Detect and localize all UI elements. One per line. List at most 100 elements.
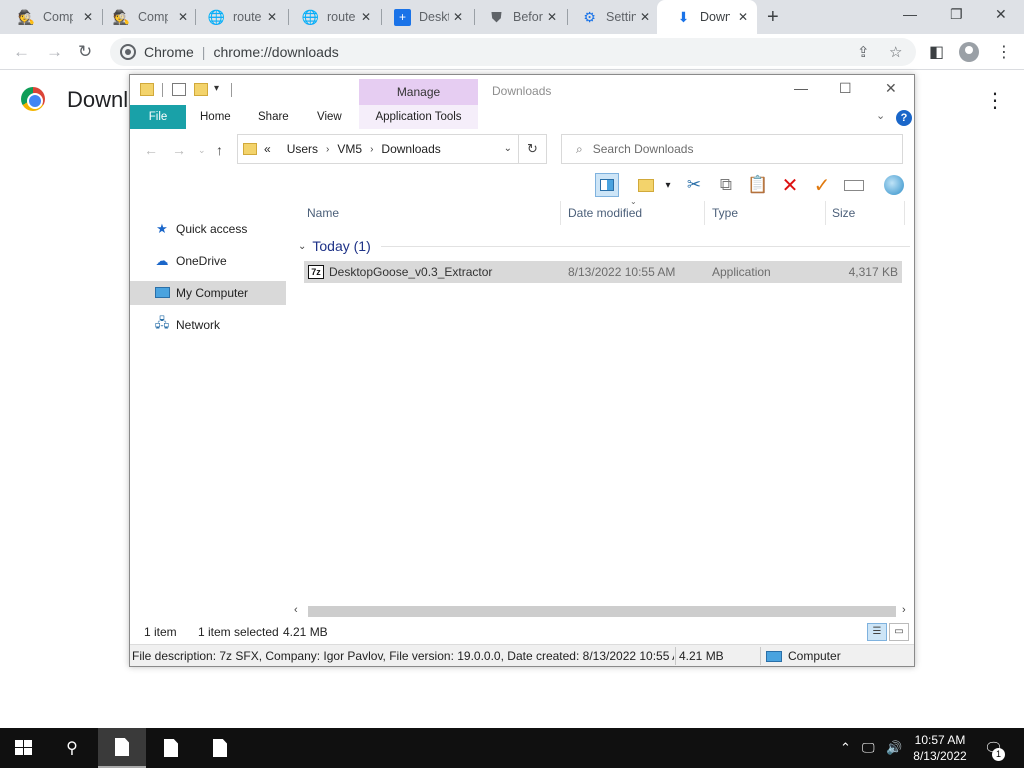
scrollbar-thumb[interactable] xyxy=(308,606,896,617)
address-breadcrumb[interactable]: « Users › VM5 › Downloads ⌄ ↻ xyxy=(237,134,547,164)
checkmark-icon[interactable]: ✓ xyxy=(810,173,834,197)
windows-start-icon[interactable] xyxy=(15,740,33,756)
group-header-today[interactable]: ⌄ Today (1) xyxy=(298,235,910,257)
breadcrumb-downloads[interactable]: Downloads xyxy=(381,142,440,156)
paste-icon[interactable]: 📋 xyxy=(746,173,770,197)
close-tab-icon[interactable]: ✕ xyxy=(361,10,371,24)
computer-icon xyxy=(766,650,782,662)
file-row[interactable]: 7z DesktopGoose_v0.3_Extractor 8/13/2022… xyxy=(304,261,902,283)
search-input[interactable]: ⌕ Search Downloads xyxy=(561,134,903,164)
tab-application-tools[interactable]: Application Tools xyxy=(359,105,478,129)
column-header-size[interactable]: Size xyxy=(832,201,855,225)
sidebar-item-network[interactable]: 🖧 Network xyxy=(130,313,286,337)
address-bar[interactable]: Chrome | chrome://downloads xyxy=(110,38,916,66)
search-icon[interactable]: ⚲ xyxy=(48,728,96,768)
browser-tab[interactable]: 🌐 route ✕ xyxy=(190,0,286,34)
column-divider[interactable] xyxy=(704,201,705,225)
back-arrow-icon[interactable]: ← xyxy=(144,142,158,158)
show-hidden-icons-icon[interactable]: ⌃ xyxy=(840,740,851,756)
chrome-menu-icon[interactable]: ⋮ xyxy=(996,42,1012,62)
preview-pane-icon[interactable] xyxy=(595,173,619,197)
side-panel-icon[interactable]: ◧ xyxy=(929,42,944,62)
new-tab-button[interactable]: + xyxy=(767,6,779,29)
column-header-type[interactable]: Type xyxy=(712,201,738,225)
close-tab-icon[interactable]: ✕ xyxy=(453,10,463,24)
browser-tab-active[interactable]: ⬇ Down ✕ xyxy=(657,0,757,34)
properties-icon[interactable] xyxy=(172,83,186,96)
column-divider[interactable] xyxy=(904,201,905,225)
cut-icon[interactable]: ✂ xyxy=(682,173,706,197)
maximize-button[interactable]: ☐ xyxy=(839,80,852,97)
omnibox-chip: Chrome xyxy=(144,44,194,60)
rename-icon[interactable] xyxy=(842,173,866,197)
breadcrumb-chevron-icon[interactable]: › xyxy=(370,144,373,155)
large-icons-view-icon[interactable]: ▭ xyxy=(889,623,909,641)
tab-view[interactable]: View xyxy=(303,105,356,129)
forward-arrow-icon[interactable]: → xyxy=(172,142,186,158)
column-header-name[interactable]: Name xyxy=(307,201,339,225)
delete-icon[interactable]: ✕ xyxy=(778,173,802,197)
column-header-date-modified[interactable]: Date modified xyxy=(568,201,642,225)
customize-qat-icon[interactable]: ▾ xyxy=(214,83,219,94)
bookmark-star-icon[interactable]: ☆ xyxy=(889,43,902,61)
breadcrumb-vm5[interactable]: VM5 xyxy=(337,142,362,156)
minimize-button[interactable]: — xyxy=(903,6,917,22)
tab-home[interactable]: Home xyxy=(186,105,245,129)
manage-contextual-tab[interactable]: Manage xyxy=(359,79,478,105)
browser-tab[interactable]: 🕵 Comp ✕ xyxy=(95,0,197,34)
sidebar-item-onedrive[interactable]: ☁ OneDrive xyxy=(130,249,286,273)
back-button[interactable]: ← xyxy=(13,42,30,62)
close-tab-icon[interactable]: ✕ xyxy=(547,10,557,24)
close-tab-icon[interactable]: ✕ xyxy=(83,10,93,24)
restore-button[interactable]: ❐ xyxy=(950,6,963,23)
close-tab-icon[interactable]: ✕ xyxy=(178,10,188,24)
expand-ribbon-icon[interactable]: ⌄ xyxy=(876,109,885,122)
profile-avatar[interactable] xyxy=(959,42,979,62)
breadcrumb-users[interactable]: Users xyxy=(287,142,318,156)
browser-tab[interactable]: ⚙ Settin ✕ xyxy=(563,0,659,34)
tab-file[interactable]: File xyxy=(130,105,186,129)
globe-properties-icon[interactable] xyxy=(882,173,906,197)
browser-tab[interactable]: 🕵 Comp ✕ xyxy=(0,0,102,34)
taskbar-app-button[interactable] xyxy=(98,728,146,768)
tab-share[interactable]: Share xyxy=(244,105,303,129)
new-folder-icon[interactable] xyxy=(194,83,208,96)
forward-button[interactable]: → xyxy=(46,42,63,62)
column-divider[interactable] xyxy=(560,201,561,225)
close-window-button[interactable]: ✕ xyxy=(995,6,1007,23)
collapse-chevron-icon[interactable]: ⌄ xyxy=(298,241,306,252)
recent-locations-icon[interactable]: ⌄ xyxy=(198,145,206,156)
sidebar-item-quick-access[interactable]: ★ Quick access xyxy=(130,217,286,241)
share-icon[interactable]: ⇪ xyxy=(857,43,870,61)
browser-tab[interactable]: 🌐 route ✕ xyxy=(284,0,380,34)
network-tray-icon[interactable]: 🖵 xyxy=(862,740,875,756)
up-arrow-icon[interactable]: ↑ xyxy=(216,142,223,158)
minimize-button[interactable]: — xyxy=(794,80,808,96)
close-tab-icon[interactable]: ✕ xyxy=(640,10,650,24)
refresh-icon[interactable]: ↻ xyxy=(518,135,546,163)
copy-icon[interactable]: ⧉ xyxy=(714,173,738,197)
sidebar-item-my-computer[interactable]: My Computer xyxy=(130,281,286,305)
close-button[interactable]: ✕ xyxy=(885,80,897,97)
column-divider[interactable] xyxy=(825,201,826,225)
close-tab-icon[interactable]: ✕ xyxy=(738,10,748,24)
system-clock[interactable]: 10:57 AM 8/13/2022 xyxy=(908,732,972,764)
browser-tab[interactable]: ⛊ Befor ✕ xyxy=(470,0,566,34)
breadcrumb-overflow[interactable]: « xyxy=(264,142,271,156)
taskbar-app-button[interactable] xyxy=(147,728,195,768)
details-view-icon[interactable]: ☰ xyxy=(867,623,887,641)
help-icon[interactable]: ? xyxy=(896,110,912,126)
reload-button[interactable]: ↻ xyxy=(78,42,92,62)
new-folder-icon[interactable] xyxy=(634,173,658,197)
browser-tab[interactable]: + Deskt ✕ xyxy=(376,0,472,34)
address-dropdown-icon[interactable]: ⌄ xyxy=(504,143,512,154)
horizontal-scrollbar[interactable]: ‹ › xyxy=(292,604,914,618)
breadcrumb-chevron-icon[interactable]: › xyxy=(326,144,329,155)
dropdown-arrow-icon[interactable]: ▾ xyxy=(656,173,680,197)
scroll-left-icon[interactable]: ‹ xyxy=(294,604,298,616)
page-menu-icon[interactable]: ⋮ xyxy=(985,88,1005,113)
volume-icon[interactable]: 🔊 xyxy=(886,740,902,756)
scroll-right-icon[interactable]: › xyxy=(902,604,906,616)
taskbar-app-button[interactable] xyxy=(196,728,244,768)
close-tab-icon[interactable]: ✕ xyxy=(267,10,277,24)
